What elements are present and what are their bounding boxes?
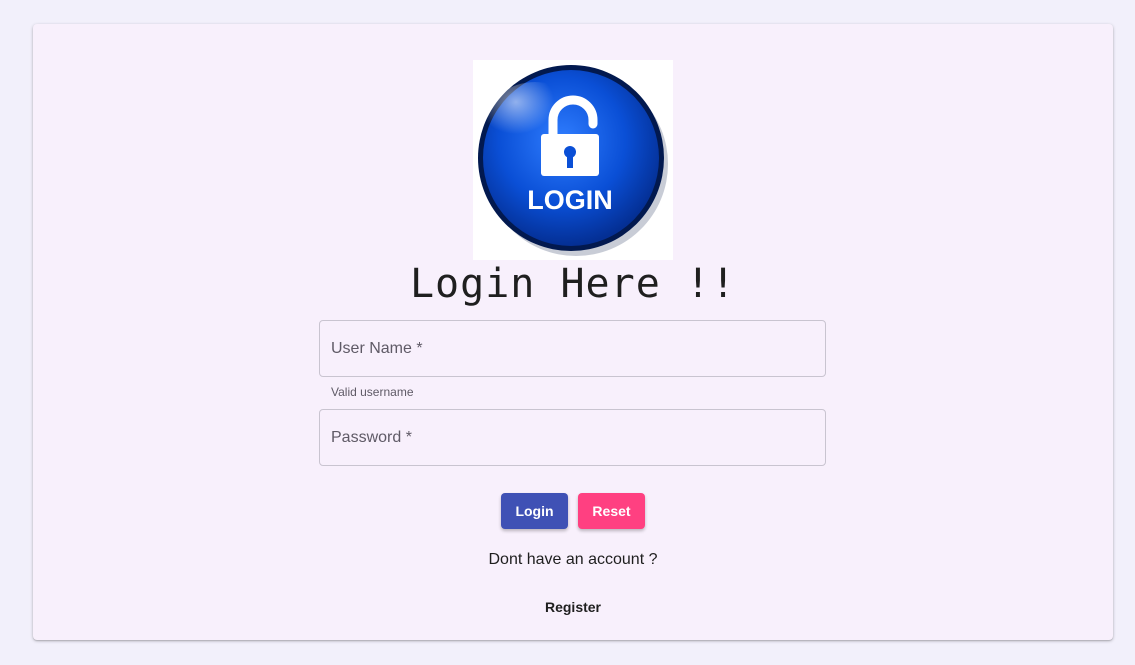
username-input[interactable] — [320, 321, 825, 376]
login-card: LOGIN Login Here !! Valid username Login… — [33, 24, 1113, 640]
logo-text: LOGIN — [527, 185, 613, 215]
register-button[interactable]: Register — [533, 592, 613, 622]
password-field[interactable] — [319, 409, 826, 466]
login-logo-image: LOGIN — [473, 60, 673, 260]
username-field[interactable] — [319, 320, 826, 377]
password-input[interactable] — [320, 410, 825, 465]
padlock-open-icon: LOGIN — [478, 65, 668, 256]
no-account-text: Dont have an account ? — [488, 551, 658, 568]
login-button[interactable]: Login — [501, 493, 568, 529]
page-title: Login Here !! — [409, 261, 737, 307]
reset-button[interactable]: Reset — [578, 493, 645, 529]
username-hint: Valid username — [331, 385, 414, 399]
